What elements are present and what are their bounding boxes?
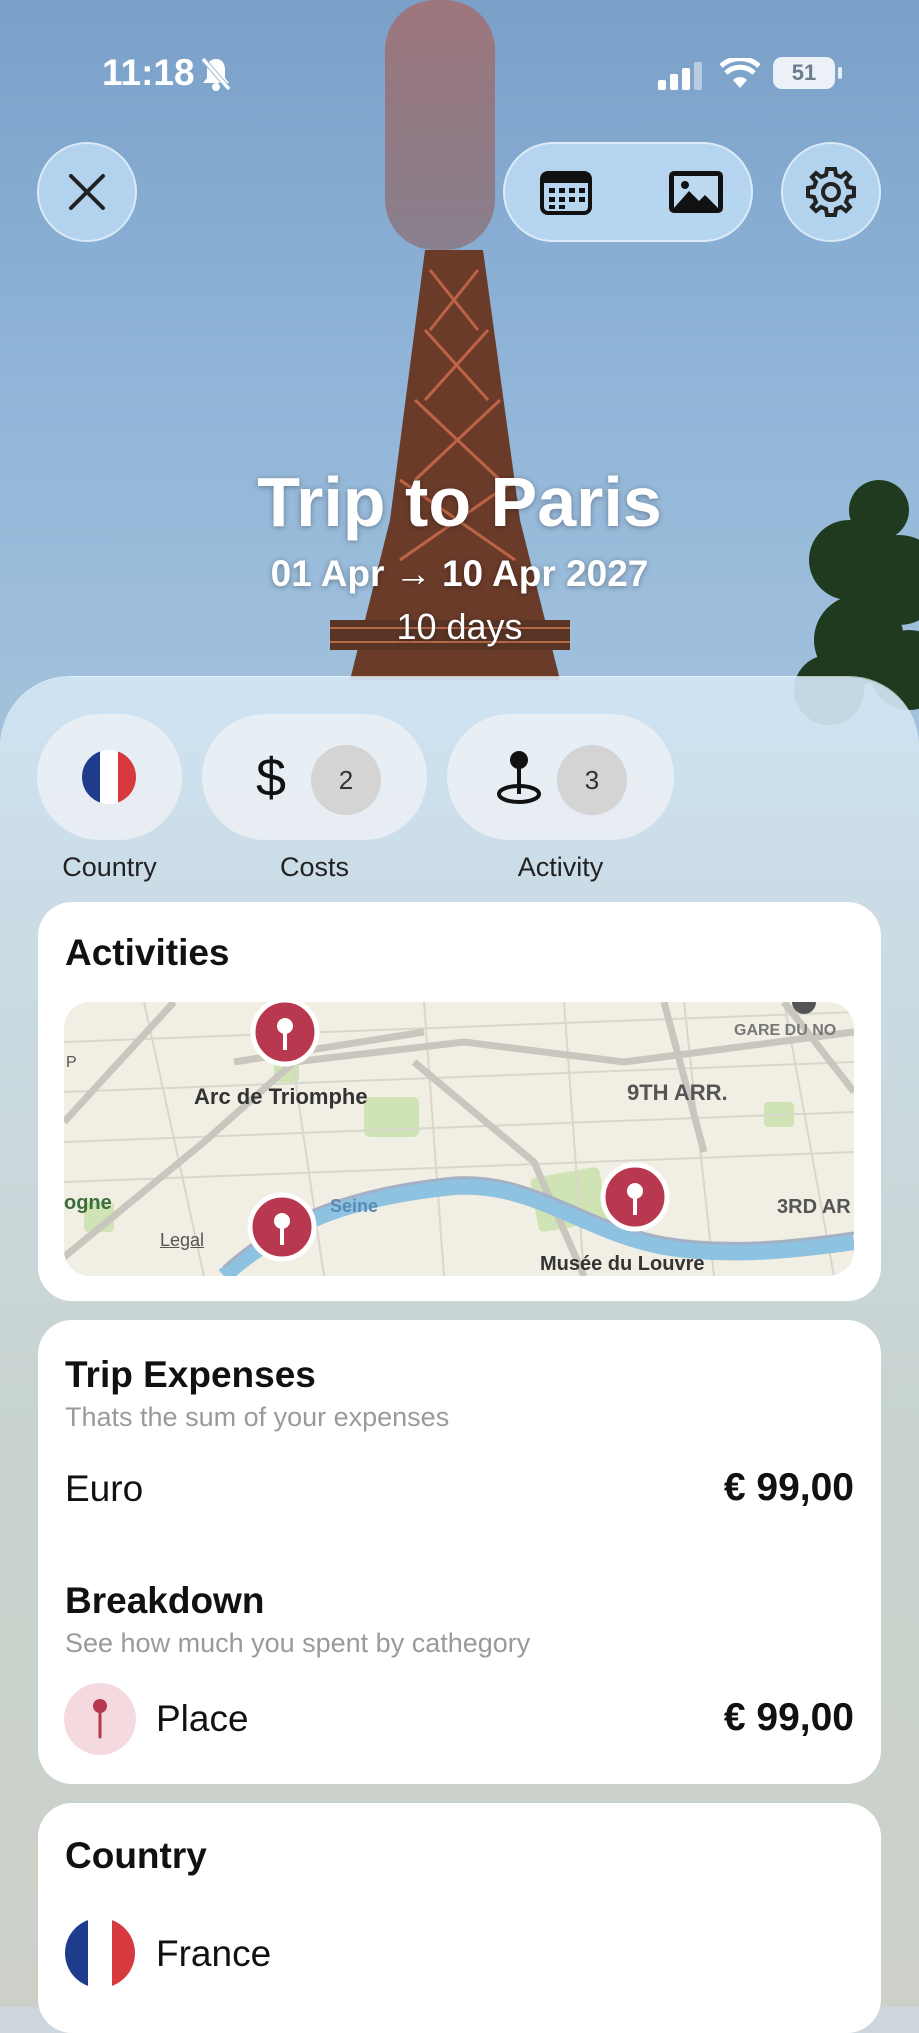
view-toggle-group — [503, 142, 753, 242]
image-icon — [669, 171, 723, 213]
trip-title: Trip to Paris — [257, 463, 662, 541]
map-label-p: P — [66, 1054, 77, 1071]
close-icon — [69, 174, 105, 210]
breakdown-subtitle: See how much you spent by cathegory — [65, 1628, 531, 1658]
expenses-subtitle: Thats the sum of your expenses — [65, 1402, 450, 1432]
image-button[interactable] — [641, 142, 751, 242]
trip-dates: 01 Apr → 10 Apr 2027 — [270, 553, 649, 594]
place-category-total: € 99,00 — [723, 1696, 854, 1739]
activities-map[interactable]: Arc de Triomphe 9TH ARR. GARE DU NO Sein… — [64, 1002, 854, 1276]
activity-count-badge: 3 — [557, 745, 627, 815]
trip-expenses-card: Trip Expenses Thats the sum of your expe… — [38, 1320, 881, 1784]
settings-button[interactable] — [781, 142, 881, 242]
signal-icon — [658, 62, 702, 90]
activities-title: Activities — [65, 932, 230, 973]
map-label-3rd-arr: 3RD AR — [777, 1196, 851, 1218]
france-flag-icon — [65, 1918, 135, 1988]
costs-chip-label: Costs — [279, 852, 350, 882]
country-chip[interactable] — [37, 714, 182, 840]
calendar-button[interactable] — [511, 142, 621, 242]
battery-indicator: 51 — [773, 57, 835, 89]
currency-total: € 99,00 — [723, 1466, 854, 1509]
map-legal-link[interactable]: Legal — [160, 1230, 204, 1251]
dollar-icon: $ — [256, 748, 286, 806]
gear-icon — [806, 167, 856, 217]
costs-count-badge: 2 — [311, 745, 381, 815]
country-card-title: Country — [65, 1835, 207, 1876]
close-button[interactable] — [37, 142, 137, 242]
pin-icon — [93, 1699, 107, 1739]
breakdown-title: Breakdown — [65, 1580, 265, 1621]
status-time: 11:18 — [102, 52, 195, 93]
expenses-title: Trip Expenses — [65, 1354, 316, 1395]
silent-bell-icon — [201, 57, 231, 91]
place-category-label: Place — [156, 1698, 249, 1739]
place-category-badge — [64, 1683, 136, 1755]
wifi-icon — [720, 58, 760, 88]
map-label-arc: Arc de Triomphe — [194, 1084, 368, 1109]
status-bar: 11:18 51 — [0, 0, 919, 150]
map-label-gare: GARE DU NO — [734, 1022, 837, 1039]
activities-card[interactable]: Activities Arc de Triomphe 9TH ARR. GARE… — [38, 902, 881, 1301]
currency-label: Euro — [65, 1468, 144, 1509]
activity-chip-label: Activity — [517, 852, 604, 882]
battery-tip — [838, 67, 842, 79]
country-name: France — [156, 1933, 272, 1974]
country-chip-label: Country — [62, 852, 157, 882]
map-label-9th-arr: 9TH ARR. — [627, 1080, 728, 1105]
pin-icon — [497, 751, 541, 804]
calendar-icon — [540, 171, 592, 215]
map-label-logne: ogne — [64, 1192, 112, 1214]
trip-duration: 10 days — [396, 606, 523, 647]
svg-text:$: $ — [256, 748, 286, 806]
map-label-seine: Seine — [330, 1196, 379, 1216]
france-flag-icon — [82, 750, 136, 804]
map-label-louvre: Musée du Louvre — [540, 1253, 705, 1275]
country-card[interactable]: Country France — [38, 1803, 881, 2033]
